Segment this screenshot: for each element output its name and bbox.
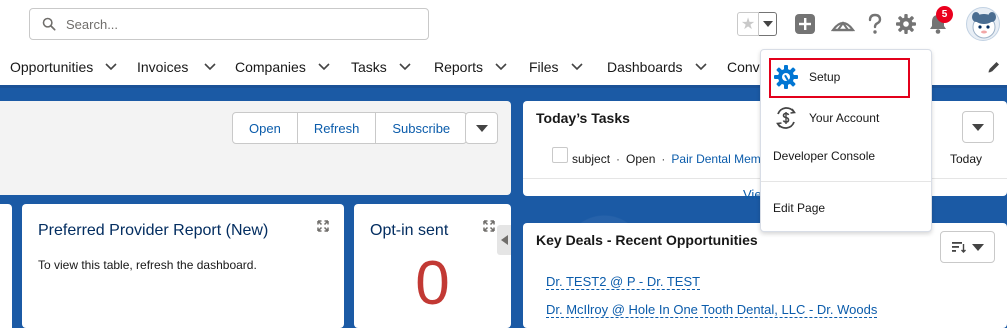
favorites-control[interactable]: ★ xyxy=(737,12,779,36)
separator-dot: · xyxy=(661,152,666,166)
account-dollar-icon xyxy=(773,105,799,131)
chevron-down-icon[interactable] xyxy=(105,63,117,71)
nav-item-label: Reports xyxy=(434,59,484,75)
collapse-sidebar-toggle[interactable] xyxy=(497,225,511,255)
nav-item-dashboards[interactable]: Dashboards xyxy=(607,59,707,75)
global-header: ★ 5 xyxy=(0,0,1007,48)
chevron-down-icon[interactable] xyxy=(399,63,411,71)
refresh-button[interactable]: Refresh xyxy=(297,112,377,144)
nav-item-label: Companies xyxy=(235,59,306,75)
chevron-down-icon[interactable] xyxy=(318,63,330,71)
nav-item-label: Opportunities xyxy=(10,59,94,75)
star-icon[interactable]: ★ xyxy=(737,12,759,36)
task-row: subject · Open · Pair Dental Memb xyxy=(552,147,767,167)
task-checkbox[interactable] xyxy=(552,147,568,163)
preferred-provider-report-card: Preferred Provider Report (New) To view … xyxy=(22,204,344,328)
more-actions-button[interactable] xyxy=(465,112,498,144)
chevron-down-icon xyxy=(475,124,488,132)
search-input[interactable] xyxy=(66,16,406,32)
metric-value: 0 xyxy=(415,249,450,318)
notification-count-badge: 5 xyxy=(936,6,953,23)
separator-dot: · xyxy=(616,152,621,166)
open-button[interactable]: Open xyxy=(232,112,298,144)
astro-avatar-icon xyxy=(972,12,996,39)
task-status: Open xyxy=(626,152,656,166)
setup-gear-button[interactable] xyxy=(893,11,919,37)
menu-item-edit-page[interactable]: Edit Page xyxy=(761,201,931,215)
sort-icon xyxy=(951,242,966,253)
gear-icon xyxy=(896,14,916,34)
card-title: Opt-in sent xyxy=(370,222,449,239)
nav-item-reports[interactable]: Reports xyxy=(434,59,507,75)
trailhead-icon xyxy=(831,21,855,32)
trailhead-button[interactable] xyxy=(830,11,856,37)
task-due-date: Today xyxy=(950,152,983,166)
add-icon xyxy=(795,14,815,34)
global-actions-button[interactable] xyxy=(792,11,818,37)
menu-item-your-account[interactable]: Your Account xyxy=(761,105,931,131)
dashboard-header-card: Open Refresh Subscribe xyxy=(0,101,511,195)
nav-item-companies[interactable]: Companies xyxy=(235,59,330,75)
search-icon xyxy=(42,17,56,31)
deal-link[interactable]: Dr. McIlroy @ Hole In One Tooth Dental, … xyxy=(546,302,878,318)
card-title: Preferred Provider Report (New) xyxy=(38,222,269,239)
subscribe-button[interactable]: Subscribe xyxy=(376,112,468,144)
dashboard-button-group: Open Refresh Subscribe xyxy=(232,112,468,144)
opt-in-sent-card: Opt-in sent 0 xyxy=(354,204,511,328)
setup-dropdown-menu: Setup Your Account Developer Console Edi… xyxy=(760,49,932,232)
chevron-down-icon xyxy=(971,243,984,251)
chevron-down-icon[interactable] xyxy=(204,63,216,71)
avatar[interactable] xyxy=(966,7,1000,41)
chevron-down-icon[interactable] xyxy=(495,63,507,71)
nav-item-opportunities[interactable]: Opportunities xyxy=(10,59,117,75)
chevron-left-icon xyxy=(500,235,508,245)
task-related-link[interactable]: Pair Dental Memb xyxy=(671,152,767,166)
task-subject: subject xyxy=(572,152,611,166)
nav-item-label: Files xyxy=(529,59,559,75)
menu-item-label: Edit Page xyxy=(773,201,826,215)
chevron-down-icon xyxy=(972,123,984,131)
menu-item-label: Your Account xyxy=(809,111,880,125)
deal-link[interactable]: Dr. TEST2 @ P - Dr. TEST xyxy=(546,274,701,290)
help-icon xyxy=(868,13,882,34)
card-message: To view this table, refresh the dashboar… xyxy=(38,258,257,272)
favorites-dropdown-button[interactable] xyxy=(759,12,777,36)
global-search[interactable] xyxy=(29,8,429,40)
chevron-down-icon xyxy=(762,21,773,27)
setup-highlight-box xyxy=(769,58,910,98)
help-button[interactable] xyxy=(862,11,888,37)
menu-item-label: Developer Console xyxy=(773,149,876,163)
view-all-link[interactable]: Vie xyxy=(743,187,762,202)
dashboard-component-partial xyxy=(0,204,12,328)
nav-item-label: Invoices xyxy=(137,59,189,75)
tasks-menu-button[interactable] xyxy=(962,111,994,143)
nav-item-label: Dashboards xyxy=(607,59,683,75)
nav-item-label: Tasks xyxy=(351,59,387,75)
chevron-down-icon[interactable] xyxy=(570,63,583,71)
chevron-down-icon[interactable] xyxy=(694,63,707,71)
key-deals-card: Key Deals - Recent Opportunities Dr. TES… xyxy=(523,223,1007,328)
nav-item-tasks[interactable]: Tasks xyxy=(351,59,411,75)
menu-divider xyxy=(761,181,931,182)
expand-icon[interactable] xyxy=(317,220,329,232)
pencil-icon[interactable] xyxy=(987,60,1001,74)
card-title: Key Deals - Recent Opportunities xyxy=(536,232,758,248)
card-title: Today’s Tasks xyxy=(536,110,630,126)
expand-icon[interactable] xyxy=(483,220,495,232)
nav-item-invoices[interactable]: Invoices xyxy=(137,59,216,75)
nav-item-files[interactable]: Files xyxy=(529,59,583,75)
deals-filter-button[interactable] xyxy=(940,231,995,263)
menu-item-developer-console[interactable]: Developer Console xyxy=(761,149,931,163)
